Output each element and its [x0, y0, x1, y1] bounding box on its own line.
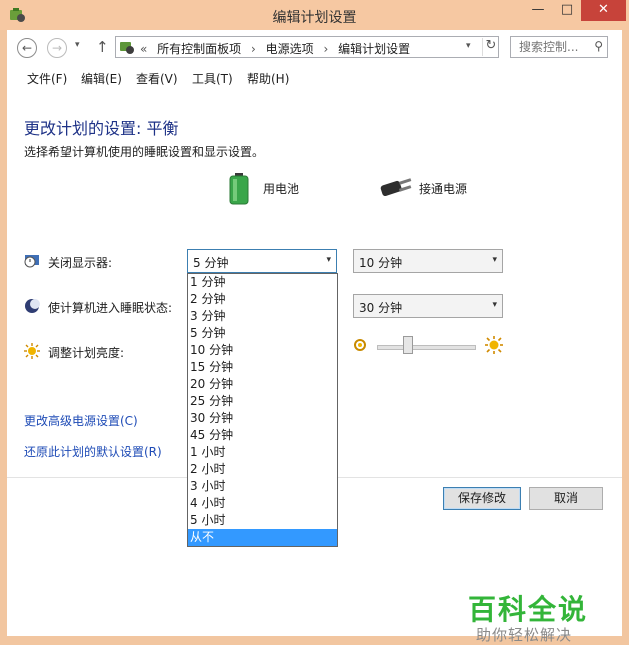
battery-icon — [229, 173, 249, 205]
brightness-label: 调整计划亮度: — [48, 346, 125, 360]
dropdown-option[interactable]: 2 分钟 — [188, 291, 337, 308]
search-icon[interactable]: ⚲ — [594, 39, 603, 53]
moon-icon — [25, 299, 40, 313]
cancel-button[interactable]: 取消 — [529, 487, 603, 510]
page-description: 选择希望计算机使用的睡眠设置和显示设置。 — [24, 145, 265, 159]
window-frame: ← → ▾ ↑ « 所有控制面板项 › 电源选项 › 编辑计划设置 ▾ ↻ ⚲ — [7, 30, 622, 644]
watermark-title: 百科全说 — [468, 593, 589, 626]
breadcrumb-item[interactable]: 电源选项 — [266, 42, 314, 56]
minimize-button[interactable]: — — [523, 0, 553, 21]
breadcrumb-item[interactable]: 所有控制面板项 — [157, 42, 241, 56]
menu-tools[interactable]: 工具(T) — [192, 70, 233, 87]
up-button[interactable]: ↑ — [96, 38, 109, 56]
dropdown-option[interactable]: 1 分钟 — [188, 274, 337, 291]
menu-file[interactable]: 文件(F) — [27, 70, 67, 87]
refresh-icon[interactable]: ↻ — [482, 38, 499, 56]
recent-pages-dropdown-icon[interactable]: ▾ — [75, 40, 80, 50]
breadcrumb-item[interactable]: 编辑计划设置 — [338, 42, 410, 56]
dropdown-option[interactable]: 2 小时 — [188, 461, 337, 478]
forward-button[interactable]: → — [47, 38, 67, 58]
display-plugged-value: 10 分钟 — [359, 256, 403, 270]
sleep-plugged-select[interactable]: 30 分钟 ▾ — [353, 294, 503, 318]
dropdown-option[interactable]: 3 分钟 — [188, 308, 337, 325]
save-button[interactable]: 保存修改 — [443, 487, 521, 510]
dropdown-option[interactable]: 15 分钟 — [188, 359, 337, 376]
menu-bar: 文件(F) 编辑(E) 查看(V) 工具(T) 帮助(H) — [7, 64, 622, 93]
display-battery-value: 5 分钟 — [193, 256, 229, 270]
breadcrumb-prefix[interactable]: « — [140, 42, 147, 56]
slider-track[interactable] — [377, 345, 476, 350]
display-label: 关闭显示器: — [48, 256, 113, 270]
maximize-button[interactable]: □ — [553, 0, 581, 21]
display-plugged-select[interactable]: 10 分钟 ▾ — [353, 249, 503, 273]
timeout-dropdown-list[interactable]: 1 分钟 2 分钟 3 分钟 5 分钟 10 分钟 15 分钟 20 分钟 25 分钟 30 分… — [187, 273, 338, 547]
search-input[interactable] — [517, 39, 591, 55]
dropdown-option[interactable]: 10 分钟 — [188, 342, 337, 359]
menu-help[interactable]: 帮助(H) — [247, 70, 289, 87]
breadcrumb-separator-icon[interactable]: › — [251, 42, 256, 56]
dropdown-option[interactable]: 1 小时 — [188, 444, 337, 461]
slider-thumb[interactable] — [403, 336, 414, 354]
dim-sun-icon — [354, 339, 366, 351]
dropdown-option[interactable]: 45 分钟 — [188, 427, 337, 444]
dropdown-option[interactable]: 30 分钟 — [188, 410, 337, 427]
sleep-plugged-value: 30 分钟 — [359, 301, 403, 315]
page-title: 更改计划的设置: 平衡 — [24, 119, 179, 138]
address-path[interactable]: « 所有控制面板项 › 电源选项 › 编辑计划设置 ▾ ↻ — [115, 36, 499, 58]
dropdown-option[interactable]: 20 分钟 — [188, 376, 337, 393]
control-panel-icon — [120, 42, 134, 54]
plugged-label: 接通电源 — [419, 182, 468, 196]
watermark-subtitle: 助你轻松解决 — [476, 626, 573, 644]
dropdown-option[interactable]: 4 小时 — [188, 495, 337, 512]
chevron-down-icon: ▾ — [326, 255, 331, 265]
dropdown-option[interactable]: 3 小时 — [188, 478, 337, 495]
chevron-down-icon: ▾ — [492, 300, 497, 310]
breadcrumb: « 所有控制面板项 › 电源选项 › 编辑计划设置 — [140, 40, 416, 57]
address-bar: ← → ▾ ↑ « 所有控制面板项 › 电源选项 › 编辑计划设置 ▾ ↻ ⚲ — [7, 30, 622, 64]
dropdown-option[interactable]: 从不 — [188, 529, 337, 546]
advanced-settings-link[interactable]: 更改高级电源设置(C) — [24, 412, 138, 429]
title-bar: 编辑计划设置 — □ ✕ — [0, 0, 629, 30]
address-dropdown-icon[interactable]: ▾ — [466, 41, 471, 51]
bright-sun-icon — [485, 336, 503, 354]
back-button[interactable]: ← — [17, 38, 37, 58]
close-button[interactable]: ✕ — [581, 0, 626, 21]
menu-edit[interactable]: 编辑(E) — [81, 70, 122, 87]
menu-view[interactable]: 查看(V) — [136, 70, 178, 87]
sun-icon — [24, 343, 40, 359]
plug-icon — [380, 178, 412, 197]
chevron-down-icon: ▾ — [492, 255, 497, 265]
display-battery-select[interactable]: 5 分钟 ▾ — [187, 249, 337, 273]
restore-defaults-link[interactable]: 还原此计划的默认设置(R) — [24, 443, 162, 460]
main-content: 更改计划的设置: 平衡 选择希望计算机使用的睡眠设置和显示设置。 用电池 接通电… — [7, 92, 622, 644]
search-box[interactable]: ⚲ — [510, 36, 608, 58]
dropdown-option[interactable]: 5 小时 — [188, 512, 337, 529]
brightness-slider[interactable] — [353, 334, 503, 358]
breadcrumb-separator-icon[interactable]: › — [324, 42, 329, 56]
dropdown-option[interactable]: 25 分钟 — [188, 393, 337, 410]
battery-label: 用电池 — [263, 182, 300, 196]
display-clock-icon — [24, 255, 39, 268]
sleep-label: 使计算机进入睡眠状态: — [48, 301, 173, 315]
dropdown-option[interactable]: 5 分钟 — [188, 325, 337, 342]
